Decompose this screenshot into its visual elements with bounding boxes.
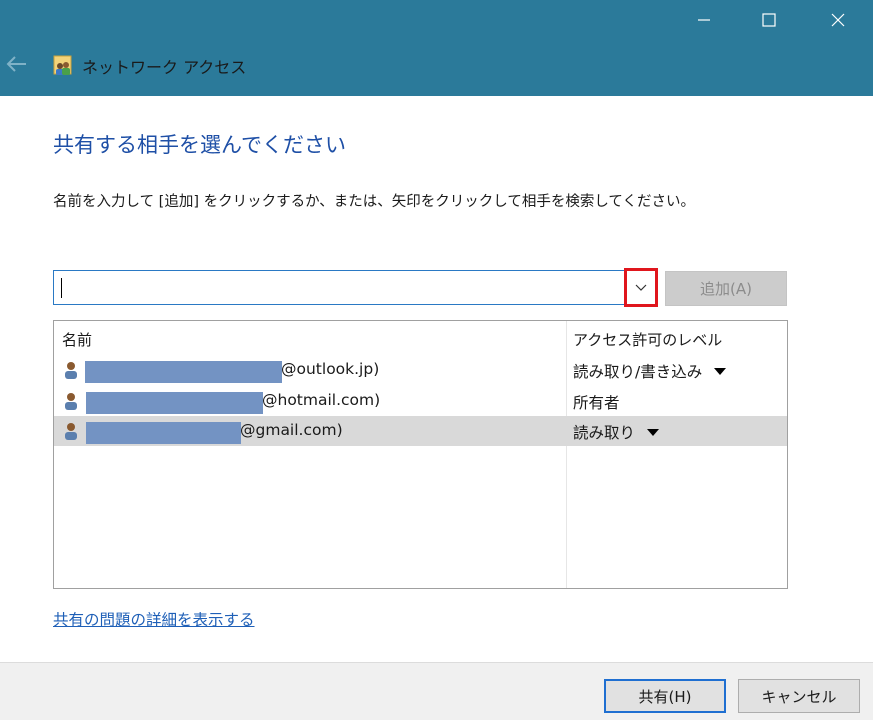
list-item[interactable]: @gmail.com) 読み取り <box>54 416 787 446</box>
list-item[interactable]: @hotmail.com) 所有者 <box>54 386 787 416</box>
add-button[interactable]: 追加(A) <box>665 271 787 306</box>
email-text: @gmail.com) <box>240 421 343 439</box>
sharing-problems-link[interactable]: 共有の問題の詳細を表示する <box>53 608 255 630</box>
permission-label: 所有者 <box>573 394 620 412</box>
redacted-name <box>85 361 282 383</box>
maximize-button[interactable] <box>746 0 792 40</box>
permission-level[interactable]: 読み取り <box>573 421 660 443</box>
minimize-button[interactable] <box>681 0 727 40</box>
permission-label: 読み取り/書き込み <box>573 363 703 381</box>
network-users-icon <box>53 55 73 77</box>
column-header-permission[interactable]: アクセス許可のレベル <box>573 329 722 350</box>
email-text: @hotmail.com) <box>262 391 381 409</box>
user-icon <box>65 423 77 440</box>
cancel-button[interactable]: キャンセル <box>738 679 860 713</box>
chevron-down-icon <box>635 284 647 291</box>
sharing-list[interactable]: 名前 アクセス許可のレベル @outlook.jp) 読み取り/書き込み @ho… <box>53 320 788 589</box>
back-arrow-icon[interactable] <box>6 54 30 76</box>
column-header-name[interactable]: 名前 <box>62 329 92 350</box>
share-button[interactable]: 共有(H) <box>604 679 726 713</box>
permission-level[interactable]: 読み取り/書き込み <box>573 360 727 382</box>
title-bar <box>0 0 873 96</box>
close-icon <box>831 13 845 27</box>
maximize-icon <box>762 13 776 27</box>
dialog-footer: 共有(H) キャンセル <box>0 662 873 720</box>
list-item[interactable]: @outlook.jp) 読み取り/書き込み <box>54 355 787 385</box>
minimize-icon <box>698 19 710 21</box>
redacted-name <box>86 392 263 414</box>
permission-label: 読み取り <box>573 424 636 442</box>
close-button[interactable] <box>815 0 861 40</box>
user-icon <box>65 362 77 379</box>
instructions-text: 名前を入力して [追加] をクリックするか、または、矢印をクリックして相手を検索… <box>53 194 695 210</box>
window-title: ネットワーク アクセス <box>82 58 247 77</box>
redacted-name <box>86 422 241 444</box>
dropdown-arrow-icon[interactable] <box>714 367 727 375</box>
page-heading: 共有する相手を選んでください <box>53 133 346 157</box>
dropdown-arrow-icon[interactable] <box>647 428 660 436</box>
search-dropdown-button[interactable] <box>624 268 658 307</box>
permission-level: 所有者 <box>573 391 620 413</box>
user-icon <box>65 393 77 410</box>
name-input[interactable] <box>53 270 658 305</box>
text-caret <box>61 278 62 298</box>
email-text: @outlook.jp) <box>281 360 380 378</box>
